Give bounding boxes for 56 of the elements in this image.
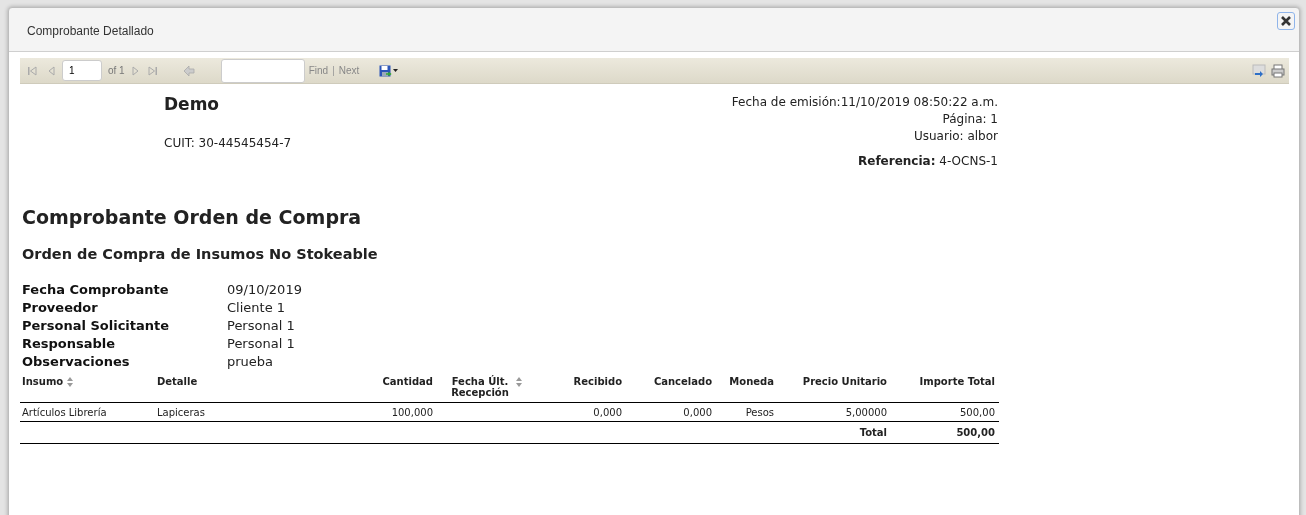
column-header: Insumo — [22, 376, 64, 387]
reference-value: 4-OCNS-1 — [939, 154, 998, 168]
table-cell: 500,00 — [960, 407, 995, 418]
column-header: Fecha Últ. Recepción — [450, 376, 510, 398]
find-link[interactable]: Find — [308, 65, 329, 76]
issue-date: Fecha de emisión:11/10/2019 08:50:22 a.m. — [731, 94, 998, 111]
previous-page-icon[interactable] — [46, 64, 58, 77]
field-value: prueba — [227, 354, 275, 369]
column-header: Cancelado — [653, 376, 712, 387]
close-button[interactable] — [1277, 12, 1295, 30]
total-label: Total — [859, 427, 887, 438]
dropdown-caret-icon[interactable] — [393, 69, 399, 72]
back-arrow-icon[interactable] — [182, 64, 195, 77]
field-label: Fecha Comprobante — [22, 282, 170, 297]
column-header: Importe Total — [919, 376, 995, 387]
close-icon — [1280, 15, 1292, 27]
field-value: Cliente 1 — [227, 300, 287, 315]
find-field[interactable] — [220, 58, 305, 83]
table-cell: 0,000 — [683, 407, 712, 418]
export-icon[interactable] — [1252, 63, 1266, 78]
tax-id: CUIT: 30-44545454-7 — [164, 136, 292, 150]
field-value: Personal 1 — [227, 318, 296, 333]
table-cell: 5,00000 — [845, 407, 887, 418]
column-header: Moneda — [729, 376, 774, 387]
table-cell: Artículos Librería — [22, 407, 107, 418]
column-header: Precio Unitario — [802, 376, 887, 387]
sort-icon[interactable] — [516, 377, 522, 387]
report-subtitle: Orden de Compra de Insumos No Stokeable — [22, 246, 379, 262]
user-name: Usuario: albor — [913, 128, 998, 145]
table-cell: Pesos — [745, 407, 774, 418]
company-name: Demo — [164, 94, 221, 114]
column-header: Recibido — [573, 376, 622, 387]
page-field[interactable]: 1 — [62, 60, 102, 81]
column-header: Cantidad — [382, 376, 433, 387]
window-title: Comprobante Detallado — [27, 23, 154, 38]
total-value: 500,00 — [956, 427, 995, 438]
first-page-icon[interactable] — [26, 64, 38, 77]
print-icon[interactable] — [1271, 63, 1285, 78]
table-cell: Lapiceras — [157, 407, 205, 418]
report-title: Comprobante Orden de Compra — [22, 206, 363, 228]
column-header: Detalle — [157, 376, 198, 387]
table-cell: 0,000 — [593, 407, 622, 418]
field-label: Proveedor — [22, 300, 99, 315]
table-cell: 100,000 — [391, 407, 433, 418]
field-value: Personal 1 — [227, 336, 296, 351]
field-value: 09/10/2019 — [227, 282, 303, 297]
reference-label: Referencia: — [858, 154, 936, 168]
page-count: of 1 — [108, 65, 125, 76]
separator: | — [332, 65, 335, 76]
last-page-icon[interactable] — [146, 64, 159, 77]
page-number: Página: 1 — [942, 111, 998, 128]
field-label: Personal Solicitante — [22, 318, 171, 333]
next-link[interactable]: Next — [338, 65, 360, 76]
sort-icon[interactable] — [67, 377, 74, 387]
field-label: Observaciones — [22, 354, 131, 369]
field-label: Responsable — [22, 336, 117, 351]
